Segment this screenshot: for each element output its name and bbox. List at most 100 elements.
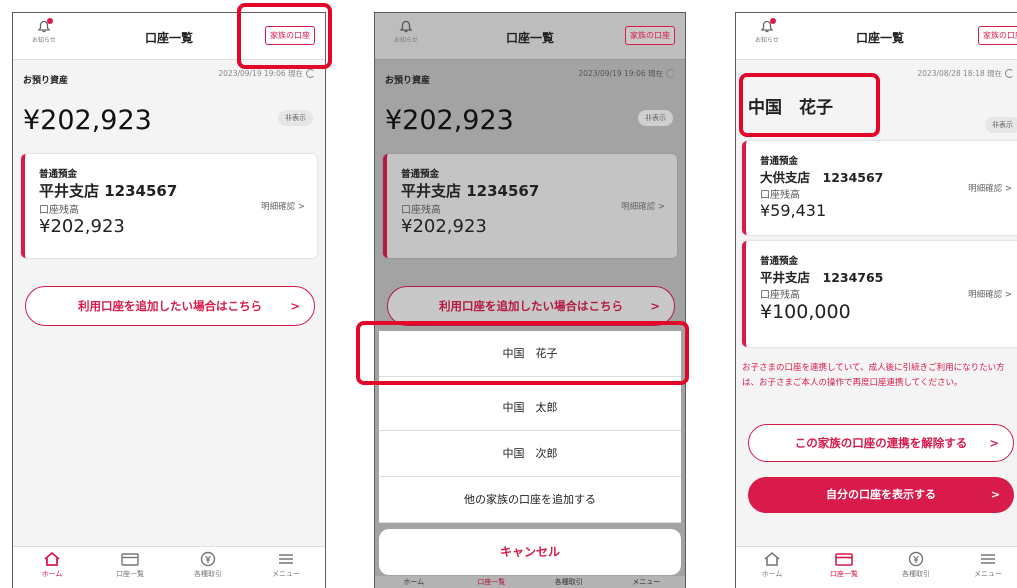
- tab-label: ホーム: [41, 570, 63, 578]
- refresh-icon[interactable]: [666, 69, 675, 78]
- screen-family-accounts: お知らせ 口座一覧 家族の口座 2023/08/28 18:18 現在 中国 花…: [735, 12, 1017, 588]
- tab-bar: ホーム 口座一覧 各種取引 メニュー: [375, 576, 685, 588]
- assets-row: お預り資産 2023/09/19 19:06 現在: [23, 68, 315, 86]
- family-accounts-button[interactable]: 家族の口座: [625, 26, 675, 45]
- tab-label: メニュー: [272, 570, 300, 578]
- refresh-icon[interactable]: [306, 69, 315, 78]
- account-branch: 平井支店 1234765: [760, 270, 884, 285]
- hide-button[interactable]: 非表示: [638, 110, 673, 126]
- account-balance: ¥100,000: [760, 301, 851, 323]
- add-account-button[interactable]: 利用口座を追加したい場合はこちら >: [25, 286, 315, 326]
- tab-accounts[interactable]: 口座一覧: [453, 576, 531, 588]
- total-assets: ¥202,923: [23, 105, 152, 136]
- add-account-button[interactable]: 利用口座を追加したい場合はこちら >: [387, 286, 675, 326]
- show-own-accounts-label: 自分の口座を表示する: [826, 488, 936, 501]
- yen-icon: [200, 551, 216, 567]
- tab-home[interactable]: ホーム: [736, 547, 808, 588]
- tab-label: 口座一覧: [116, 570, 144, 578]
- as-of-timestamp: 2023/09/19 19:06 現在: [578, 68, 675, 79]
- tab-menu[interactable]: メニュー: [608, 576, 686, 588]
- notification-dot: [47, 18, 53, 24]
- tab-transactions[interactable]: 各種取引: [530, 576, 608, 588]
- total-assets: ¥202,923: [385, 105, 514, 136]
- details-link[interactable]: 明細確認 >: [261, 200, 305, 212]
- sheet-item-jiro[interactable]: 中国 次郎: [379, 431, 681, 477]
- account-branch: 平井支店 1234567: [401, 182, 540, 200]
- unlink-family-button[interactable]: この家族の口座の連携を解除する >: [748, 424, 1014, 462]
- account-type: 普通預金: [760, 256, 799, 267]
- details-link[interactable]: 明細確認 >: [621, 200, 665, 212]
- add-account-label: 利用口座を追加したい場合はこちら: [78, 299, 262, 313]
- header: お知らせ 口座一覧 家族の口座: [375, 13, 685, 60]
- tab-accounts[interactable]: 口座一覧: [91, 547, 169, 588]
- hide-button[interactable]: 非表示: [278, 110, 313, 126]
- header: お知らせ 口座一覧 家族の口座: [736, 13, 1017, 60]
- as-of-timestamp: 2023/08/28 18:18 現在: [917, 68, 1014, 79]
- unlink-family-label: この家族の口座の連携を解除する: [794, 436, 968, 450]
- family-accounts-button[interactable]: 家族の口座: [978, 26, 1017, 45]
- family-action-sheet: 中国 花子 中国 太郎 中国 次郎 他の家族の口座を追加する: [379, 331, 681, 523]
- tab-home[interactable]: ホーム: [13, 547, 91, 588]
- tab-home[interactable]: ホーム: [375, 576, 453, 588]
- assets-row: お預り資産 2023/09/19 19:06 現在: [385, 68, 675, 86]
- as-of-text: 2023/09/19 19:06 現在: [218, 69, 303, 78]
- chevron-right-icon: >: [989, 436, 999, 450]
- show-own-accounts-button[interactable]: 自分の口座を表示する >: [748, 477, 1014, 513]
- cancel-button[interactable]: キャンセル: [379, 529, 681, 575]
- notification-dot: [770, 18, 776, 24]
- tab-label: 各種取引: [194, 570, 222, 578]
- hide-button[interactable]: 非表示: [985, 117, 1017, 133]
- screen-home: お知らせ 口座一覧 家族の口座 お預り資産 2023/09/19 19:06 現…: [12, 12, 326, 588]
- tab-menu[interactable]: メニュー: [952, 547, 1017, 588]
- account-branch: 平井支店 1234567: [39, 182, 178, 200]
- account-balance: ¥202,923: [401, 216, 487, 237]
- tab-bar: ホーム 口座一覧 各種取引 メニュー: [13, 546, 325, 588]
- details-link[interactable]: 明細確認 >: [968, 288, 1012, 300]
- menu-icon: [279, 554, 293, 564]
- account-card[interactable]: 普通預金 平井支店 1234567 口座残高 ¥202,923 明細確認 >: [383, 154, 677, 258]
- yen-icon: [908, 551, 924, 567]
- account-card[interactable]: 普通預金 大供支店 1234567 口座残高 ¥59,431 明細確認 >: [742, 141, 1017, 235]
- card-icon: [121, 553, 139, 566]
- chevron-right-icon: >: [290, 299, 300, 313]
- sheet-item-hanako[interactable]: 中国 花子: [379, 331, 681, 377]
- account-type: 普通預金: [401, 169, 440, 180]
- tab-menu[interactable]: メニュー: [247, 547, 325, 588]
- as-of-text: 2023/08/28 18:18 現在: [917, 69, 1002, 78]
- account-balance: ¥202,923: [39, 216, 125, 237]
- account-card[interactable]: 普通預金 平井支店 1234765 口座残高 ¥100,000 明細確認 >: [742, 241, 1017, 347]
- header: お知らせ 口座一覧 家族の口座: [13, 13, 325, 60]
- home-icon: [764, 551, 780, 566]
- assets-row: 2023/08/28 18:18 現在: [746, 68, 1014, 82]
- assets-label: お預り資産: [385, 76, 431, 86]
- chevron-right-icon: >: [990, 488, 1000, 501]
- details-link[interactable]: 明細確認 >: [968, 182, 1012, 194]
- card-icon: [835, 553, 853, 566]
- as-of-timestamp: 2023/09/19 19:06 現在: [218, 68, 315, 79]
- account-type: 普通預金: [39, 169, 78, 180]
- sheet-item-add-family[interactable]: 他の家族の口座を追加する: [379, 477, 681, 523]
- menu-icon: [981, 554, 995, 564]
- family-accounts-button[interactable]: 家族の口座: [265, 26, 315, 45]
- add-account-label: 利用口座を追加したい場合はこちら: [439, 299, 623, 313]
- tab-bar: ホーム 口座一覧 各種取引 メニュー: [736, 546, 1017, 588]
- account-type: 普通預金: [760, 156, 799, 167]
- family-member-name: 中国 花子: [748, 98, 833, 118]
- account-card[interactable]: 普通預金 平井支店 1234567 口座残高 ¥202,923 明細確認 >: [21, 154, 317, 258]
- home-icon: [44, 551, 60, 566]
- tab-label: 各種取引: [902, 570, 930, 578]
- tab-transactions[interactable]: 各種取引: [880, 547, 952, 588]
- page-title: 口座一覧: [855, 31, 904, 45]
- tab-transactions[interactable]: 各種取引: [169, 547, 247, 588]
- as-of-text: 2023/09/19 19:06 現在: [578, 69, 663, 78]
- sheet-item-taro[interactable]: 中国 太郎: [379, 385, 681, 431]
- assets-label: お預り資産: [23, 76, 69, 86]
- chevron-right-icon: >: [650, 299, 660, 313]
- tab-label: メニュー: [974, 570, 1002, 578]
- tab-label: 口座一覧: [830, 570, 858, 578]
- tab-accounts[interactable]: 口座一覧: [808, 547, 880, 588]
- account-balance: ¥59,431: [760, 201, 827, 220]
- refresh-icon[interactable]: [1005, 69, 1014, 78]
- notice-text: お子さまの口座を連携していて、成人後に引続きご利用になりたい方は、お子さまご本人…: [742, 363, 1005, 388]
- screen-family-sheet: お知らせ 口座一覧 家族の口座 お預り資産 2023/09/19 19:06 現…: [374, 12, 686, 588]
